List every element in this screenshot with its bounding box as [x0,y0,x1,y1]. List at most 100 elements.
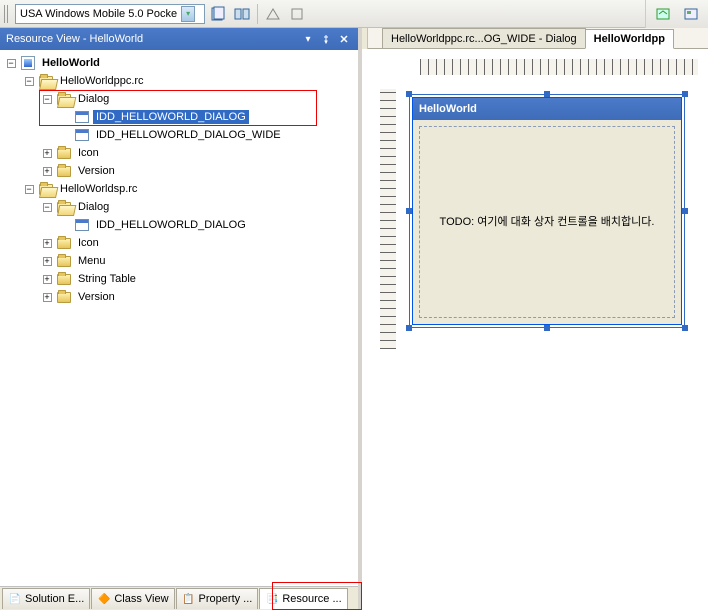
dialog-title: HelloWorld [419,103,477,115]
folder-open-icon [38,181,54,197]
folder-closed-icon [56,235,72,251]
platform-combo-text: USA Windows Mobile 5.0 Pocke [20,8,177,20]
tree-root-label: HelloWorld [39,56,103,70]
pane-close-button[interactable] [336,32,352,47]
pane-titlebar: Resource View - HelloWorld ▾ [0,28,358,50]
tree-item[interactable]: − Dialog [2,198,356,216]
tab-property[interactable]: 📋Property ... [176,588,259,609]
dialog-window[interactable]: HelloWorld TODO: 여기에 대화 상자 컨트롤을 배치합니다. [412,97,682,325]
resource-tree[interactable]: − HelloWorld − HelloWorldppc.rc − Dialog… [0,50,358,586]
folder-open-icon [38,73,54,89]
dialog-icon [74,217,90,233]
expander-icon[interactable]: − [25,77,34,86]
tree-item-selected[interactable]: IDD_HELLOWORLD_DIALOG [2,108,356,126]
expander-icon[interactable]: + [43,257,52,266]
resource-icon: 📑 [265,592,279,606]
toolbar-right-group [645,0,708,28]
resource-view-pane: Resource View - HelloWorld ▾ − HelloWorl… [0,28,362,610]
toolbar-button-3[interactable] [262,3,284,25]
tab-label: Resource ... [282,593,341,605]
tree-label: Version [75,290,118,304]
resize-handle[interactable] [544,325,550,331]
pane-dropdown-button[interactable]: ▾ [300,32,316,47]
solution-icon: 📄 [8,592,22,606]
toolbar-button-2[interactable] [231,3,253,25]
tab-resource-view[interactable]: 📑Resource ... [259,588,347,609]
tree-item[interactable]: − Dialog [2,90,356,108]
tree-item[interactable]: IDD_HELLOWORLD_DIALOG [2,216,356,234]
tree-label: Icon [75,146,102,160]
tree-label: Icon [75,236,102,250]
main-toolbar: USA Windows Mobile 5.0 Pocke ▾ [0,0,708,28]
expander-icon[interactable]: + [43,293,52,302]
folder-closed-icon [56,163,72,179]
pane-title-text: Resource View - HelloWorld [6,33,143,45]
toolbar-grip[interactable] [4,5,9,23]
tree-label: IDD_HELLOWORLD_DIALOG_WIDE [93,128,284,142]
tree-root[interactable]: − HelloWorld [2,54,356,72]
project-icon [20,55,36,71]
platform-combo[interactable]: USA Windows Mobile 5.0 Pocke ▾ [15,4,205,24]
tree-item[interactable]: + String Table [2,270,356,288]
expander-icon[interactable]: + [43,275,52,284]
tree-label: IDD_HELLOWORLD_DIALOG [93,110,249,124]
tree-item[interactable]: + Version [2,288,356,306]
toolbar-right-button-1[interactable] [652,3,674,25]
toolbar-button-1[interactable] [207,3,229,25]
resize-handle[interactable] [682,208,688,214]
folder-open-icon [56,91,72,107]
horizontal-ruler [420,59,698,75]
dialog-icon [74,127,90,143]
expander-icon[interactable]: − [43,95,52,104]
tree-label: Dialog [75,200,112,214]
dialog-titlebar: HelloWorld [413,98,681,120]
expander-icon[interactable]: + [43,149,52,158]
expander-icon[interactable]: − [25,185,34,194]
dialog-icon [74,109,90,125]
expander-icon[interactable]: + [43,167,52,176]
expander-icon[interactable]: − [7,59,16,68]
tree-item[interactable]: − HelloWorldppc.rc [2,72,356,90]
tree-label: String Table [75,272,139,286]
tree-item[interactable]: + Icon [2,234,356,252]
doc-tab-label: HelloWorldppc.rc...OG_WIDE - Dialog [391,33,577,45]
tree-label: HelloWorldsp.rc [57,182,140,196]
doc-tab[interactable]: HelloWorldppc.rc...OG_WIDE - Dialog [382,28,586,48]
tab-solution-explorer[interactable]: 📄Solution E... [2,588,90,609]
dialog-selection[interactable]: HelloWorld TODO: 여기에 대화 상자 컨트롤을 배치합니다. [410,95,684,327]
document-tab-bar: HelloWorldppc.rc...OG_WIDE - Dialog Hell… [362,28,708,49]
resize-handle[interactable] [682,91,688,97]
tree-item[interactable]: − HelloWorldsp.rc [2,180,356,198]
tree-item[interactable]: + Menu [2,252,356,270]
designer-pane: HelloWorldppc.rc...OG_WIDE - Dialog Hell… [362,28,708,610]
expander-icon[interactable]: − [43,203,52,212]
toolbar-separator [257,4,258,24]
folder-open-icon [56,199,72,215]
expander-icon[interactable]: + [43,239,52,248]
bottom-tab-bar: 📄Solution E... 🔶Class View 📋Property ...… [0,586,358,610]
tree-item[interactable]: + Icon [2,144,356,162]
dialog-placeholder-text: TODO: 여기에 대화 상자 컨트롤을 배치합니다. [440,214,655,231]
folder-closed-icon [56,271,72,287]
dialog-body[interactable]: TODO: 여기에 대화 상자 컨트롤을 배치합니다. [419,126,675,318]
class-icon: 🔶 [97,592,111,606]
resize-handle[interactable] [682,325,688,331]
folder-closed-icon [56,145,72,161]
tree-item[interactable]: IDD_HELLOWORLD_DIALOG_WIDE [2,126,356,144]
property-icon: 📋 [182,592,196,606]
pane-pin-button[interactable] [318,32,334,47]
doc-tab-active[interactable]: HelloWorldpp [585,29,674,49]
tab-label: Property ... [199,593,253,605]
tree-label: HelloWorldppc.rc [57,74,147,88]
tree-label: Dialog [75,92,112,106]
tree-item[interactable]: + Version [2,162,356,180]
doc-tab-label: HelloWorldpp [594,33,665,45]
dropdown-icon[interactable]: ▾ [181,6,195,22]
toolbar-button-4[interactable] [286,3,308,25]
toolbar-right-button-2[interactable] [680,3,702,25]
tab-class-view[interactable]: 🔶Class View [91,588,174,609]
dialog-designer[interactable]: HelloWorld TODO: 여기에 대화 상자 컨트롤을 배치합니다. [362,49,708,610]
tree-label: IDD_HELLOWORLD_DIALOG [93,218,249,232]
tab-label: Solution E... [25,593,84,605]
resize-handle[interactable] [406,325,412,331]
